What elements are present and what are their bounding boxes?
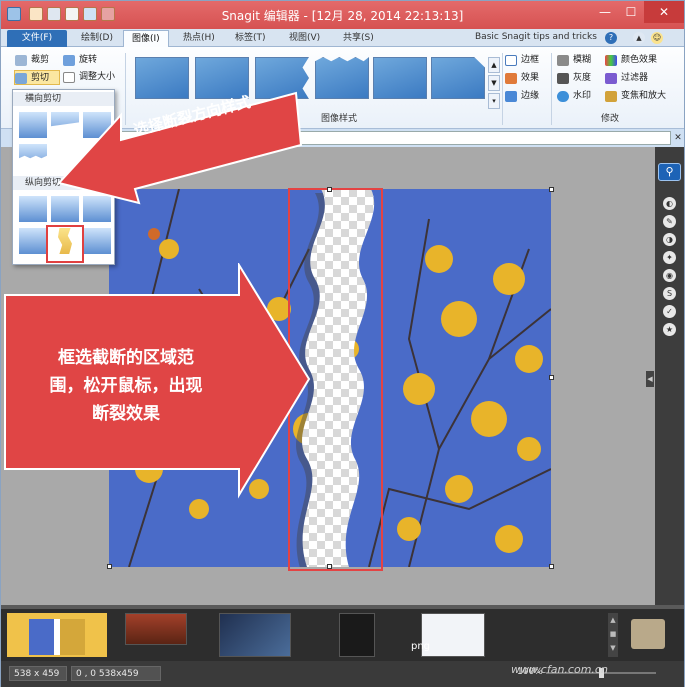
ribbon-tabs: 文件(F) 绘制(D) 图像(I) 热点(H) 标签(T) 视图(V) 共享(S… [1,29,684,47]
filters-icon [605,73,617,84]
tab-hotspots[interactable]: 热点(H) [175,30,223,47]
spotlight-button[interactable]: 变焦和放大 [605,89,673,104]
close-button[interactable]: ✕ [644,1,684,23]
edges-button[interactable]: 边缘 [505,89,549,104]
text-tool-icon[interactable]: S [663,287,676,300]
filmstrip-thumb[interactable] [125,613,187,645]
border-button[interactable]: 边框 [505,53,549,68]
watermark: www.cfan.com.cn [511,663,608,676]
cut-button[interactable]: 剪切 [14,70,60,85]
filmstrip-thumb[interactable] [219,613,291,657]
style-thumb[interactable] [373,57,427,99]
callout-left-text: 框选截断的区域范 围，松开鼠标，出现 断裂效果 [21,344,231,428]
thumb-image [29,619,85,655]
grayscale-icon [557,73,569,84]
filmstrip-thumb-selected[interactable] [7,613,107,657]
gallery-down-button[interactable]: ▼ [488,75,500,91]
callout-tool-icon[interactable]: ✎ [663,215,676,228]
color-effects-button[interactable]: 颜色效果 [605,53,667,68]
search-icon[interactable]: ⚲ [658,163,681,181]
callout-left-line: 围，松开鼠标，出现 [49,376,203,396]
gallery-more-button[interactable]: ▾ [488,93,500,109]
maximize-button[interactable]: ☐ [617,1,645,23]
border-icon [505,55,517,66]
color-effects-icon [605,55,617,66]
snagit-editor-window: Snagit 编辑器 - [12月 28, 2014 22:13:13] — ☐… [0,0,685,687]
style-thumb[interactable] [431,57,485,99]
tab-file[interactable]: 文件(F) [7,30,67,47]
resize-icon [63,72,75,83]
tab-view[interactable]: 视图(V) [281,30,328,47]
collapse-sidebar-icon[interactable]: ◀ [646,371,654,387]
filters-button[interactable]: 过滤器 [605,71,667,86]
stamp-tool-icon[interactable]: ✦ [663,251,676,264]
cut-icon [15,73,27,84]
crop-icon [15,55,27,66]
ribbon-separator [502,53,503,125]
window-title: Snagit 编辑器 - [12月 28, 2014 22:13:13] [221,9,464,23]
collapse-ribbon-icon[interactable]: ▲ [633,32,645,44]
effects-button[interactable]: 效果 [505,71,549,86]
callout-left-line: 框选截断的区域范 [58,348,194,368]
star-icon[interactable]: ★ [663,323,676,336]
help-button[interactable]: ? [605,32,617,44]
filmstrip-thumb[interactable] [421,613,485,657]
folder-icon[interactable] [631,619,665,649]
resize-handle[interactable] [549,375,554,380]
cut-style-option[interactable] [19,196,47,222]
minimize-button[interactable]: — [591,1,619,23]
filmstrip-png-label: png [411,641,431,652]
blur-icon [557,55,569,66]
filmstrip: png ▲ ■ ▼ [1,605,684,661]
tab-draw[interactable]: 绘制(D) [73,30,121,47]
resize-handle[interactable] [107,564,112,569]
group-label-styles: 图像样式 [321,114,358,124]
edges-icon [505,91,517,102]
crop-button[interactable]: 裁剪 [15,53,67,68]
watermark-button[interactable]: 水印 [557,89,601,104]
spotlight-icon [605,91,617,102]
close-panel-icon[interactable]: ✕ [673,132,683,144]
fill-tool-icon[interactable]: ◉ [663,269,676,282]
resize-button[interactable]: 调整大小 [63,70,123,85]
callout-left-line: 断裂效果 [92,404,160,424]
rotate-button[interactable]: 旋转 [63,53,113,68]
filmstrip-scroll[interactable]: ▲ ■ ▼ [608,613,618,657]
image-size-readout: 538 x 459 [9,666,67,681]
favorites-icon[interactable]: ✓ [663,305,676,318]
filmstrip-thumb[interactable] [339,613,375,657]
cursor-coords-readout: 0 , 0 538x459 [71,666,161,681]
resize-handle[interactable] [549,187,554,192]
gallery-up-button[interactable]: ▲ [488,57,500,73]
smile-icon[interactable]: ☺ [651,32,663,44]
tab-tags[interactable]: 标签(T) [227,30,274,47]
rotate-icon [63,55,75,66]
title-bar: Snagit 编辑器 - [12月 28, 2014 22:13:13] — ☐… [1,1,684,29]
cut-style-option[interactable] [19,112,47,138]
tips-link[interactable]: Basic Snagit tips and tricks [475,32,597,42]
grayscale-button[interactable]: 灰度 [557,71,601,86]
resize-handle[interactable] [327,564,332,569]
group-label-modify: 修改 [601,114,620,124]
blur-button[interactable]: 模糊 [557,53,601,68]
shape-tool-icon[interactable]: ◑ [663,233,676,246]
quick-styles-bar: ⚲ ◐ ✎ ◑ ✦ ◉ S ✓ ★ [655,147,684,605]
cut-style-option[interactable] [19,228,47,254]
ribbon-separator [551,53,552,125]
style-thumb[interactable] [315,57,369,99]
effects-icon [505,73,517,84]
selected-style-highlight [46,225,84,263]
watermark-icon [557,91,569,102]
filmstrip-splitter[interactable] [1,605,684,609]
tab-image[interactable]: 图像(I) [123,30,169,47]
arrow-tool-icon[interactable]: ◐ [663,197,676,210]
resize-handle[interactable] [327,187,332,192]
cut-style-option[interactable] [19,144,47,159]
tab-share[interactable]: 共享(S) [335,30,382,47]
cut-style-option[interactable] [83,228,111,254]
resize-handle[interactable] [549,564,554,569]
